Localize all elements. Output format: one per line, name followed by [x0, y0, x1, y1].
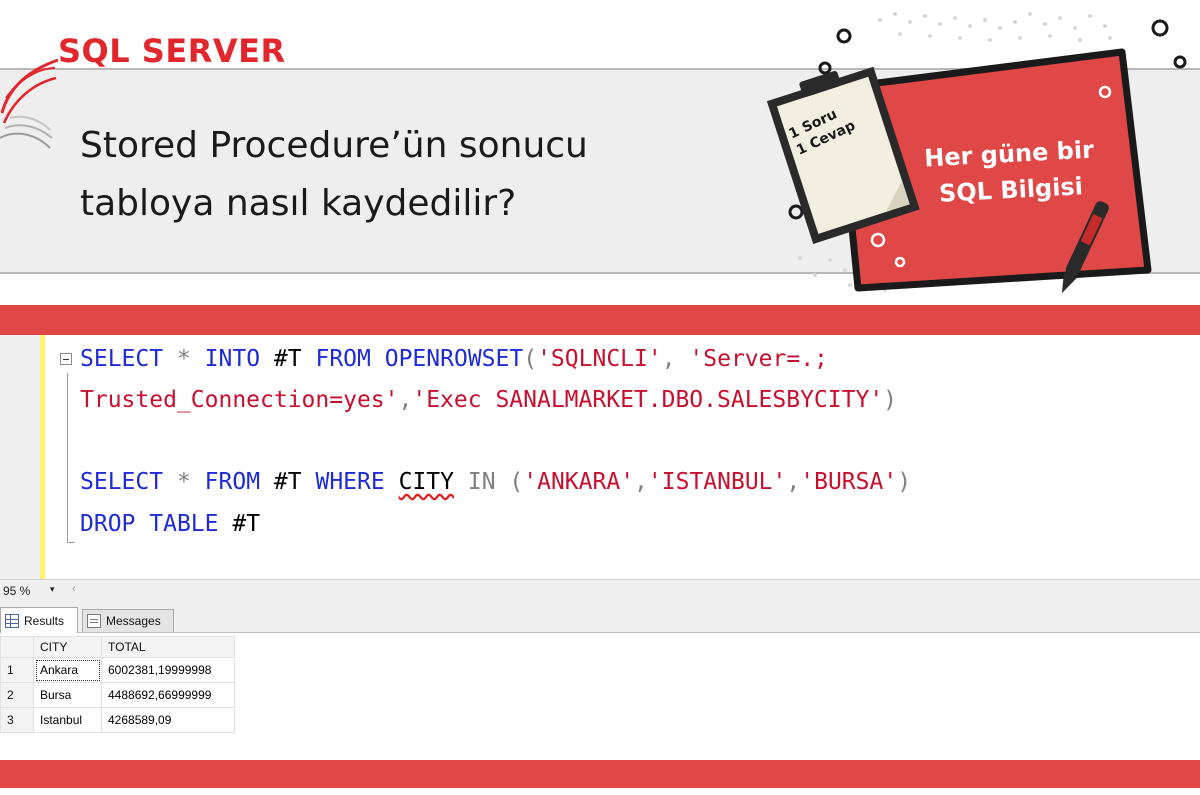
string-literal: 'BURSA': [800, 469, 898, 495]
decorative-red-band-bottom: [0, 760, 1200, 788]
paren: ): [897, 469, 912, 495]
function-name: OPENROWSET: [384, 346, 524, 372]
outline-guide-end: [67, 542, 75, 543]
keyword: DROP: [80, 511, 136, 537]
brand-title: SQL SERVER: [58, 32, 286, 70]
zoom-level-select[interactable]: 95 %: [3, 584, 30, 598]
comma: ,: [661, 346, 676, 372]
scroll-left-icon[interactable]: ‹: [72, 583, 76, 595]
keyword: TABLE: [149, 511, 219, 537]
code-line-2[interactable]: Trusted_Connection=yes','Exec SANALMARKE…: [80, 383, 897, 417]
string-literal: 'ANKARA': [523, 469, 635, 495]
string-literal: 'Exec SANALMARKET.DBO.SALESBYCITY': [412, 387, 884, 413]
table-cell[interactable]: 6002381,19999998: [101, 657, 235, 683]
column-name: CITY: [398, 469, 454, 495]
headline-line-1: Stored Procedure’ün sonucu: [80, 125, 588, 166]
keyword: FROM: [204, 469, 261, 495]
string-literal: Trusted_Connection=yes': [80, 387, 399, 413]
tab-results-label: Results: [24, 613, 65, 628]
row-number-header: [0, 636, 34, 658]
string-literal: 'ISTANBUL': [647, 469, 787, 495]
string-literal: 'Server=.;: [689, 346, 828, 372]
comma: ,: [786, 469, 801, 495]
table-row[interactable]: 3 Istanbul 4268589,09: [0, 707, 235, 733]
identifier: #T: [273, 469, 302, 495]
table-cell[interactable]: Bursa: [33, 682, 102, 708]
query-editor[interactable]: SELECT * INTO #T FROM OPENROWSET('SQLNCL…: [0, 335, 1200, 579]
tab-results[interactable]: Results: [0, 607, 78, 633]
table-cell[interactable]: 4268589,09: [101, 707, 235, 733]
page-headline: Stored Procedure’ün sonucu tabloya nasıl…: [80, 117, 700, 233]
column-header[interactable]: TOTAL: [101, 636, 235, 658]
table-cell[interactable]: Istanbul: [33, 707, 102, 733]
table-row[interactable]: 2 Bursa 4488692,66999999: [0, 682, 235, 708]
row-number[interactable]: 2: [0, 682, 34, 708]
change-indicator-bar: [40, 335, 45, 579]
keyword: SELECT: [80, 346, 164, 372]
operator: *: [176, 346, 191, 372]
tab-messages[interactable]: Messages: [82, 609, 174, 632]
table-cell[interactable]: 4488692,66999999: [101, 682, 235, 708]
outline-guide: [67, 373, 68, 543]
collapse-region-icon[interactable]: [60, 353, 72, 365]
daily-sql-badge: 1 Soru 1 Cevap Her güne bir SQL Bilgisi: [730, 0, 1200, 300]
decorative-red-band-top: [0, 305, 1200, 335]
editor-gutter: [0, 335, 40, 579]
table-header-row: CITY TOTAL: [0, 636, 235, 658]
badge-caption: Her güne bir SQL Bilgisi: [888, 130, 1131, 214]
code-line-3[interactable]: SELECT * FROM #T WHERE CITY IN ('ANKARA'…: [80, 465, 911, 499]
comma: ,: [398, 387, 413, 413]
keyword-in: IN: [467, 469, 496, 495]
tab-messages-label: Messages: [106, 614, 161, 628]
keyword: SELECT: [80, 469, 164, 495]
row-number[interactable]: 1: [0, 657, 34, 683]
code-line-1[interactable]: SELECT * INTO #T FROM OPENROWSET('SQLNCL…: [80, 342, 828, 376]
results-table: CITY TOTAL 1 Ankara 6002381,19999998 2 B…: [0, 636, 235, 733]
header-banner: SQL SERVER Stored Procedure’ün sonucu ta…: [0, 0, 1200, 300]
chevron-down-icon[interactable]: ▾: [50, 584, 55, 595]
table-cell[interactable]: Ankara: [33, 657, 102, 683]
keyword: INTO: [204, 346, 261, 372]
row-number[interactable]: 3: [0, 707, 34, 733]
string-literal: 'SQLNCLI': [537, 346, 662, 372]
sql-server-logo-icon: [0, 58, 59, 149]
grid-icon: [5, 613, 19, 628]
operator: *: [176, 469, 191, 495]
paren: (: [509, 469, 524, 495]
identifier: #T: [273, 346, 302, 372]
results-grid: CITY TOTAL 1 Ankara 6002381,19999998 2 B…: [0, 633, 1200, 760]
table-row[interactable]: 1 Ankara 6002381,19999998: [0, 657, 235, 683]
keyword: FROM: [315, 346, 371, 372]
column-header[interactable]: CITY: [33, 636, 102, 658]
paren: ): [883, 387, 898, 413]
paren: (: [523, 346, 538, 372]
comma: ,: [634, 469, 648, 495]
messages-icon: [87, 614, 101, 628]
results-tab-bar: Results Messages: [0, 602, 1200, 633]
identifier: #T: [232, 511, 261, 537]
keyword: WHERE: [315, 469, 385, 495]
headline-line-2: tabloya nasıl kaydedilir?: [80, 183, 517, 224]
code-line-4[interactable]: DROP TABLE #T: [80, 507, 260, 541]
editor-status-bar: 95 % ▾ ‹: [0, 579, 1200, 602]
